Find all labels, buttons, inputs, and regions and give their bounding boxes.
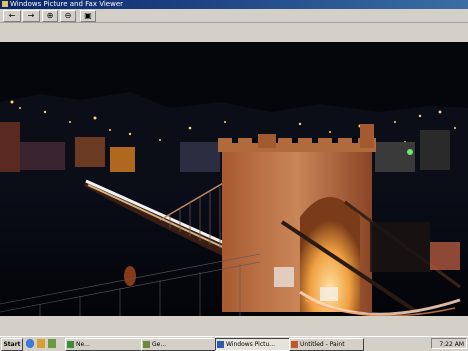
zoom-out-icon: ⊖ [64, 11, 72, 20]
right-building [375, 142, 415, 172]
zoom-in-button[interactable]: ⊕ [42, 10, 58, 22]
viewer-toolbar: ← → ⊕ ⊖ ▣ [0, 9, 468, 23]
image-viewport[interactable] [0, 42, 468, 316]
task-button-picture-viewer[interactable]: Windows Pictu... [215, 338, 290, 351]
arrow-left-icon: ← [8, 11, 16, 20]
start-button[interactable]: Start [1, 338, 23, 351]
paint-icon [291, 341, 298, 348]
archway-sign [320, 287, 338, 301]
title-bar: Windows Picture and Fax Viewer [0, 0, 468, 9]
task-button-paint[interactable]: Untitled - Paint [289, 338, 364, 351]
browser-icon[interactable] [26, 339, 34, 348]
fit-icon: ▣ [84, 11, 92, 20]
next-image-button[interactable]: → [22, 10, 40, 22]
zoom-out-button[interactable]: ⊖ [60, 10, 76, 22]
left-building-3 [75, 137, 105, 167]
previous-image-button[interactable]: ← [3, 10, 21, 22]
arrow-right-icon: → [27, 11, 35, 20]
app-icon [2, 1, 8, 7]
viewer-margin-bottom [0, 316, 468, 336]
right-house-2 [430, 242, 460, 270]
system-tray: 7:22 AM [431, 338, 467, 349]
left-building [0, 122, 20, 172]
right-building-2 [420, 130, 450, 170]
task-button-1[interactable]: Ne... [65, 338, 142, 351]
taskbar: Start Ne... Ge... Windows Pictu... Untit… [0, 336, 468, 351]
light-reflection [124, 266, 136, 286]
left-building-2 [20, 142, 65, 170]
signboard [274, 267, 294, 287]
tower-turret-left [258, 134, 276, 148]
best-fit-button[interactable]: ▣ [80, 10, 96, 22]
zoom-in-icon: ⊕ [46, 11, 54, 20]
mid-building [180, 142, 220, 172]
right-house [370, 222, 430, 272]
viewer-margin-top [0, 23, 468, 42]
app-icon [143, 341, 150, 348]
app-icon [67, 341, 74, 348]
night-bridge-photo [0, 42, 468, 316]
mail-icon[interactable] [37, 339, 45, 348]
window-title: Windows Picture and Fax Viewer [10, 0, 124, 8]
clock[interactable]: 7:22 AM [439, 341, 464, 348]
tower-turret-right [360, 124, 374, 148]
task-button-2[interactable]: Ge... [141, 338, 216, 351]
lit-building [110, 147, 135, 172]
picture-viewer-icon [217, 341, 224, 348]
green-light [407, 149, 413, 155]
media-icon[interactable] [48, 339, 56, 348]
